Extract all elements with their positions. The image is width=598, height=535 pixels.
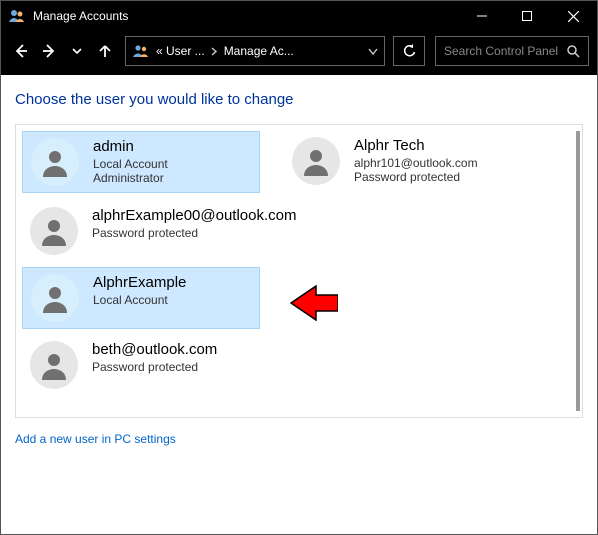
annotation-arrow-icon: [290, 285, 338, 321]
avatar-icon: [30, 341, 78, 389]
users-breadcrumb-icon: [132, 43, 150, 59]
refresh-button[interactable]: [393, 36, 425, 66]
recent-locations-dropdown[interactable]: [65, 37, 89, 65]
address-bar[interactable]: « User ... Manage Ac...: [125, 36, 385, 66]
add-user-link[interactable]: Add a new user in PC settings: [15, 432, 176, 446]
user-card-admin[interactable]: admin Local Account Administrator: [22, 131, 260, 193]
search-icon: [567, 45, 580, 58]
toolbar: « User ... Manage Ac... Search Control P…: [1, 31, 597, 75]
user-name: Alphr Tech: [354, 137, 478, 154]
titlebar: Manage Accounts: [1, 1, 597, 31]
avatar-icon: [31, 138, 79, 186]
users-list: admin Local Account Administrator Alphr …: [15, 124, 583, 418]
content-area: Choose the user you would like to change…: [1, 75, 597, 534]
user-card-alphrexample[interactable]: AlphrExample Local Account: [22, 267, 260, 329]
user-card-alphr-tech[interactable]: Alphr Tech alphr101@outlook.com Password…: [284, 131, 522, 193]
chevron-right-icon: [211, 47, 218, 56]
minimize-button[interactable]: [459, 1, 504, 31]
avatar-icon: [292, 137, 340, 185]
avatar-icon: [31, 274, 79, 322]
user-name: AlphrExample: [93, 274, 186, 291]
user-name: alphrExample00@outlook.com: [92, 207, 297, 224]
user-line2: Password protected: [354, 170, 478, 184]
user-line2: Administrator: [93, 171, 168, 185]
user-line1: Local Account: [93, 157, 168, 171]
user-line1: Password protected: [92, 226, 297, 240]
user-line1: Local Account: [93, 293, 186, 307]
up-button[interactable]: [93, 37, 117, 65]
scrollbar[interactable]: [576, 131, 580, 411]
back-button[interactable]: [9, 37, 33, 65]
user-card-alphrexample00[interactable]: alphrExample00@outlook.com Password prot…: [22, 201, 282, 261]
window-title: Manage Accounts: [33, 9, 459, 23]
address-dropdown-icon[interactable]: [368, 47, 378, 56]
user-line1: alphr101@outlook.com: [354, 156, 478, 170]
user-name: beth@outlook.com: [92, 341, 217, 358]
user-name: admin: [93, 138, 168, 155]
avatar-icon: [30, 207, 78, 255]
breadcrumb-seg-users[interactable]: « User ...: [156, 44, 205, 58]
breadcrumb-seg-manage[interactable]: Manage Ac...: [224, 44, 294, 58]
forward-button[interactable]: [37, 37, 61, 65]
user-line1: Password protected: [92, 360, 217, 374]
maximize-button[interactable]: [504, 1, 549, 31]
close-button[interactable]: [549, 1, 597, 31]
user-card-beth[interactable]: beth@outlook.com Password protected: [22, 335, 260, 395]
search-placeholder: Search Control Panel: [444, 44, 558, 58]
search-box[interactable]: Search Control Panel: [435, 36, 589, 66]
users-app-icon: [7, 6, 27, 26]
page-heading: Choose the user you would like to change: [15, 91, 583, 108]
window-frame: Manage Accounts: [0, 0, 598, 535]
